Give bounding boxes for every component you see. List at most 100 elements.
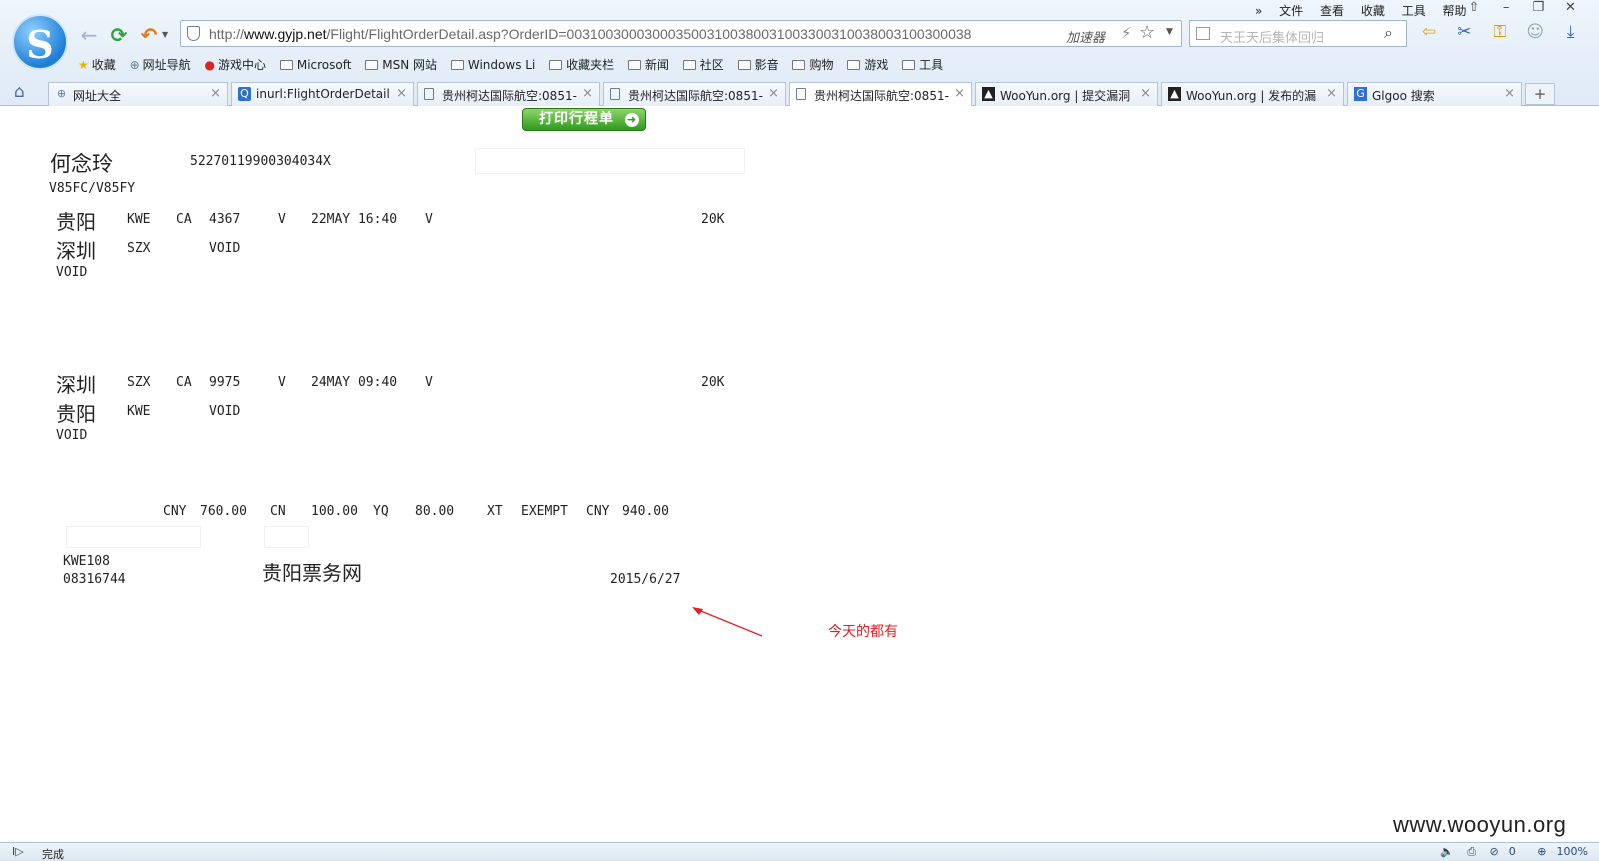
close-icon[interactable]: × xyxy=(954,86,965,101)
menu-item-file[interactable]: 文件 xyxy=(1279,4,1303,18)
tab[interactable]: 贵州柯达国际航空:0851- × xyxy=(603,82,786,106)
favorite-label: 收藏夹栏 xyxy=(566,58,615,72)
tab[interactable]: G Glgoo 搜索 × xyxy=(1347,82,1522,106)
toolbar-icons: ⇦ ✂ ⚿ ☺ ⤓ xyxy=(1414,22,1586,42)
folder-icon xyxy=(627,60,641,70)
favorite-label: Microsoft xyxy=(296,58,352,72)
tab[interactable]: ▲ WooYun.org | 发布的漏 × xyxy=(1161,82,1344,106)
date-time: 24MAY 09:40 xyxy=(311,375,398,390)
lightning-icon[interactable]: ⚡ xyxy=(1121,24,1132,42)
favorite-item[interactable]: ● 游戏中心 xyxy=(205,56,267,73)
browser-logo[interactable]: S xyxy=(12,14,68,70)
search-input[interactable]: 天王天后集体回归 xyxy=(1220,27,1324,46)
skin-icon[interactable]: ⇧ xyxy=(1460,0,1488,15)
favorite-item[interactable]: MSN 网站 xyxy=(365,56,437,73)
folder-icon xyxy=(737,60,751,70)
from-code: KWE xyxy=(127,212,151,227)
close-icon[interactable]: ✕ xyxy=(1556,0,1584,15)
zoom-level[interactable]: 100% xyxy=(1556,845,1587,858)
from-code: SZX xyxy=(127,375,151,390)
address-bar[interactable]: http://www.gyjp.net/Flight/FlightOrderDe… xyxy=(180,20,1182,47)
favorite-item[interactable]: 新闻 xyxy=(627,56,669,73)
restore-icon[interactable]: ❐ xyxy=(1524,0,1552,15)
folder-icon xyxy=(279,60,293,70)
search-icon: Q xyxy=(238,87,251,101)
total-fare: 940.00 xyxy=(622,504,669,519)
refresh-icon[interactable]: ⟳ xyxy=(108,24,130,46)
star-icon[interactable]: ☆ xyxy=(1139,22,1155,43)
menu-bar: » 文件 查看 收藏 工具 帮助 xyxy=(1255,2,1480,19)
close-icon[interactable]: × xyxy=(210,86,221,101)
favorite-item[interactable]: ★ 收藏 xyxy=(78,56,116,73)
adblock-icon[interactable]: ⊘ xyxy=(1490,845,1499,858)
favorite-item[interactable]: 收藏夹栏 xyxy=(549,56,614,73)
passenger-name: 何念玲 xyxy=(50,152,113,176)
favorite-label: 社区 xyxy=(699,58,724,72)
close-icon[interactable]: × xyxy=(582,86,593,101)
home-icon[interactable]: ⌂ xyxy=(14,82,25,102)
favorite-item[interactable]: ⊕ 网址导航 xyxy=(130,56,191,73)
url-prefix: http:// xyxy=(209,26,245,42)
wooyun-icon: ▲ xyxy=(982,87,995,101)
search-engine-icon[interactable] xyxy=(1196,27,1210,40)
folder-icon xyxy=(792,60,806,70)
url-text[interactable]: http://www.gyjp.net/Flight/FlightOrderDe… xyxy=(209,26,971,42)
favorite-item[interactable]: 工具 xyxy=(902,56,943,73)
favorite-item[interactable]: 社区 xyxy=(682,56,724,73)
tab[interactable]: 贵州柯达国际航空:0851- × xyxy=(417,82,600,106)
close-icon[interactable]: × xyxy=(1140,86,1151,101)
new-tab-button[interactable]: + xyxy=(1525,83,1555,105)
close-icon[interactable]: × xyxy=(768,86,779,101)
menu-item-tools[interactable]: 工具 xyxy=(1402,4,1426,18)
key-icon[interactable]: ⚿ xyxy=(1485,22,1515,42)
favorite-label: Windows Li xyxy=(467,58,536,72)
close-icon[interactable]: × xyxy=(1326,86,1337,101)
minimize-icon[interactable]: – xyxy=(1492,0,1520,15)
favorite-item[interactable]: Microsoft xyxy=(279,58,352,72)
sidebar-toggle-icon[interactable]: I▷ xyxy=(12,845,24,858)
chevron-down-icon[interactable]: ▼ xyxy=(1166,27,1173,37)
favorite-item[interactable]: 购物 xyxy=(792,56,834,73)
blank-field xyxy=(264,526,309,548)
favorite-item[interactable]: Windows Li xyxy=(450,58,536,72)
tab-active[interactable]: 贵州柯达国际航空:0851- × xyxy=(789,82,972,107)
menu-overflow-icon[interactable]: » xyxy=(1255,4,1262,18)
url-host: www.gyjp.net xyxy=(244,26,327,42)
menu-item-favorites[interactable]: 收藏 xyxy=(1361,4,1385,18)
accelerator-button[interactable]: 加速器 xyxy=(1066,27,1105,46)
flight-number: 9975 xyxy=(209,375,241,390)
print-itinerary-button[interactable]: 打印行程单 ➜ xyxy=(522,108,646,131)
back-icon[interactable]: ← xyxy=(78,24,100,46)
watermark: www.wooyun.org xyxy=(1393,812,1567,837)
id-number: 52270119900304034X xyxy=(190,154,331,169)
search-box[interactable]: 天王天后集体回归 ⌕ xyxy=(1189,20,1407,47)
chevron-down-icon[interactable]: ▼ xyxy=(162,30,168,39)
tab-label: 贵州柯达国际航空:0851- xyxy=(442,89,577,103)
search-icon[interactable]: ⌕ xyxy=(1384,23,1393,43)
undo-icon[interactable]: ↶ xyxy=(138,24,160,46)
status-bar: I▷ 完成 🔈 ⎙ ⊘ 0 ⊕ 100% xyxy=(0,842,1599,861)
tab[interactable]: ⊕ 网址大全 × xyxy=(48,82,228,106)
flight-number: 4367 xyxy=(209,212,241,227)
close-icon[interactable]: × xyxy=(1504,86,1515,101)
favorite-item[interactable]: 游戏 xyxy=(847,56,888,73)
fare-basis: V85FC/V85FY xyxy=(49,181,136,196)
download-icon[interactable]: ⤓ xyxy=(1556,22,1586,42)
favorite-label: MSN 网站 xyxy=(382,58,438,72)
tab[interactable]: ▲ WooYun.org | 提交漏洞 × xyxy=(975,82,1158,106)
speaker-icon[interactable]: 🔈 xyxy=(1440,845,1454,858)
status-right: 🔈 ⎙ ⊘ 0 ⊕ 100% xyxy=(1440,845,1598,859)
tab[interactable]: Q inurl:FlightOrderDetail. × xyxy=(231,82,414,106)
close-icon[interactable]: × xyxy=(396,86,407,101)
to-code: KWE xyxy=(127,404,151,419)
sidebar-icon[interactable]: ⇦ xyxy=(1414,22,1444,42)
smiley-icon[interactable]: ☺ xyxy=(1520,22,1550,42)
menu-item-view[interactable]: 查看 xyxy=(1320,4,1344,18)
print-icon[interactable]: ⎙ xyxy=(1467,845,1476,858)
zoom-icon[interactable]: ⊕ xyxy=(1537,845,1546,858)
folder-icon xyxy=(365,60,379,70)
screenshot-icon[interactable]: ✂ xyxy=(1449,22,1479,42)
blank-field xyxy=(475,148,745,174)
favorite-item[interactable]: 影音 xyxy=(737,56,779,73)
segment-void: VOID xyxy=(56,428,88,443)
